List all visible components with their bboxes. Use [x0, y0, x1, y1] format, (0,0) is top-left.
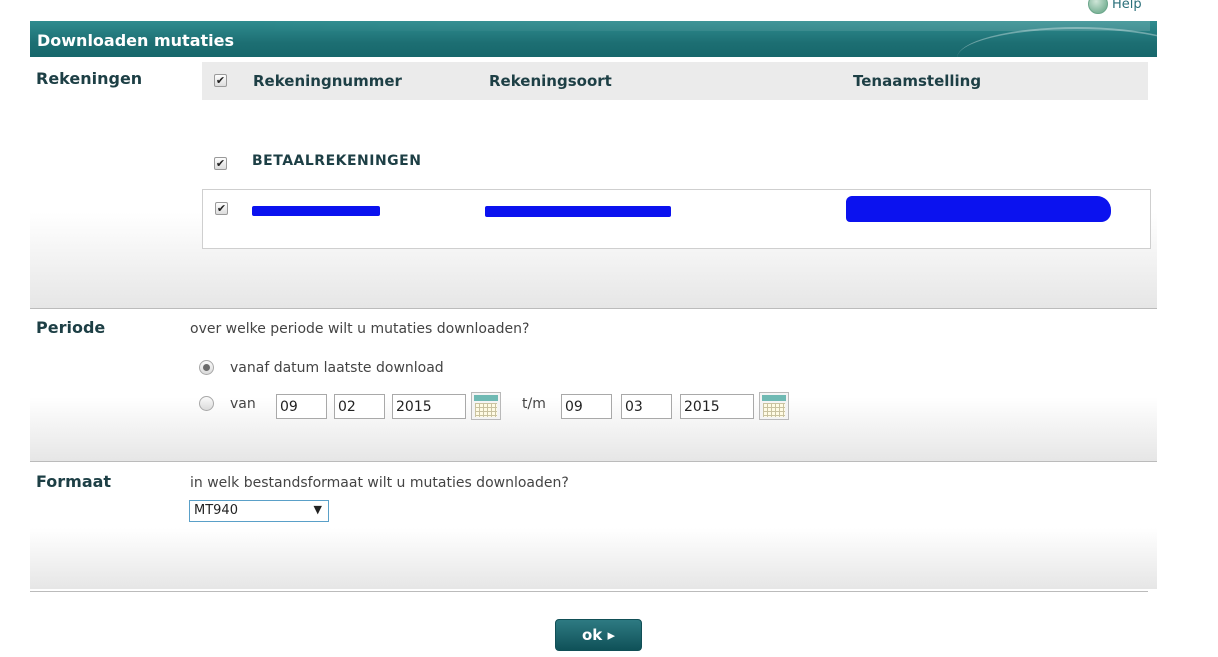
to-day-input[interactable] [561, 394, 612, 419]
accounts-table-header: ✔ Rekeningnummer Rekeningsoort Tenaamste… [202, 62, 1148, 100]
column-header-rekeningnummer: Rekeningnummer [253, 72, 402, 90]
from-day-input[interactable] [276, 394, 327, 419]
account-number-redacted [252, 206, 380, 216]
option-range-label: van [230, 396, 256, 412]
column-header-tenaamstelling: Tenaamstelling [853, 72, 982, 90]
select-all-checkbox[interactable]: ✔ [214, 74, 227, 87]
help-icon [1088, 0, 1108, 14]
range-separator: t/m [522, 396, 546, 412]
from-calendar-icon[interactable] [471, 392, 501, 420]
ok-button[interactable]: ok ▸ [555, 619, 642, 651]
panel-title: Downloaden mutaties [30, 21, 1157, 57]
periode-label: Periode [36, 318, 106, 337]
account-row: ✔ [202, 189, 1151, 249]
chevron-down-icon: ▼ [313, 503, 322, 516]
account-holder-redacted [846, 196, 1111, 222]
radio-last-download[interactable] [199, 360, 214, 375]
periode-section: Periode over welke periode wilt u mutati… [30, 308, 1157, 461]
formaat-hint: in welk bestandsformaat wilt u mutaties … [190, 475, 569, 491]
radio-date-range[interactable] [199, 396, 214, 411]
formaat-label: Formaat [36, 472, 112, 491]
to-calendar-icon[interactable] [759, 392, 789, 420]
formaat-section: Formaat in welk bestandsformaat wilt u m… [30, 461, 1157, 589]
divider [30, 591, 1148, 592]
account-checkbox[interactable]: ✔ [215, 202, 228, 215]
account-type-redacted [485, 206, 671, 217]
group-label: BETAALREKENINGEN [252, 153, 422, 169]
group-checkbox[interactable]: ✔ [214, 157, 227, 170]
rekeningen-label: Rekeningen [36, 69, 143, 88]
periode-hint: over welke periode wilt u mutaties downl… [190, 321, 530, 337]
to-month-input[interactable] [621, 394, 672, 419]
column-header-rekeningsoort: Rekeningsoort [489, 72, 612, 90]
download-panel: Downloaden mutaties Rekeningen ✔ Rekenin… [30, 21, 1157, 589]
help-label: Help [1112, 0, 1142, 12]
from-year-input[interactable] [392, 394, 466, 419]
from-month-input[interactable] [334, 394, 385, 419]
option-last-download-label: vanaf datum laatste download [230, 360, 444, 376]
format-select[interactable]: MT940 ▼ [189, 500, 329, 522]
rekeningen-section: Rekeningen ✔ Rekeningnummer Rekeningsoor… [30, 57, 1157, 308]
format-select-value: MT940 [194, 503, 238, 518]
help-link[interactable]: Help [1088, 0, 1142, 14]
to-year-input[interactable] [680, 394, 754, 419]
